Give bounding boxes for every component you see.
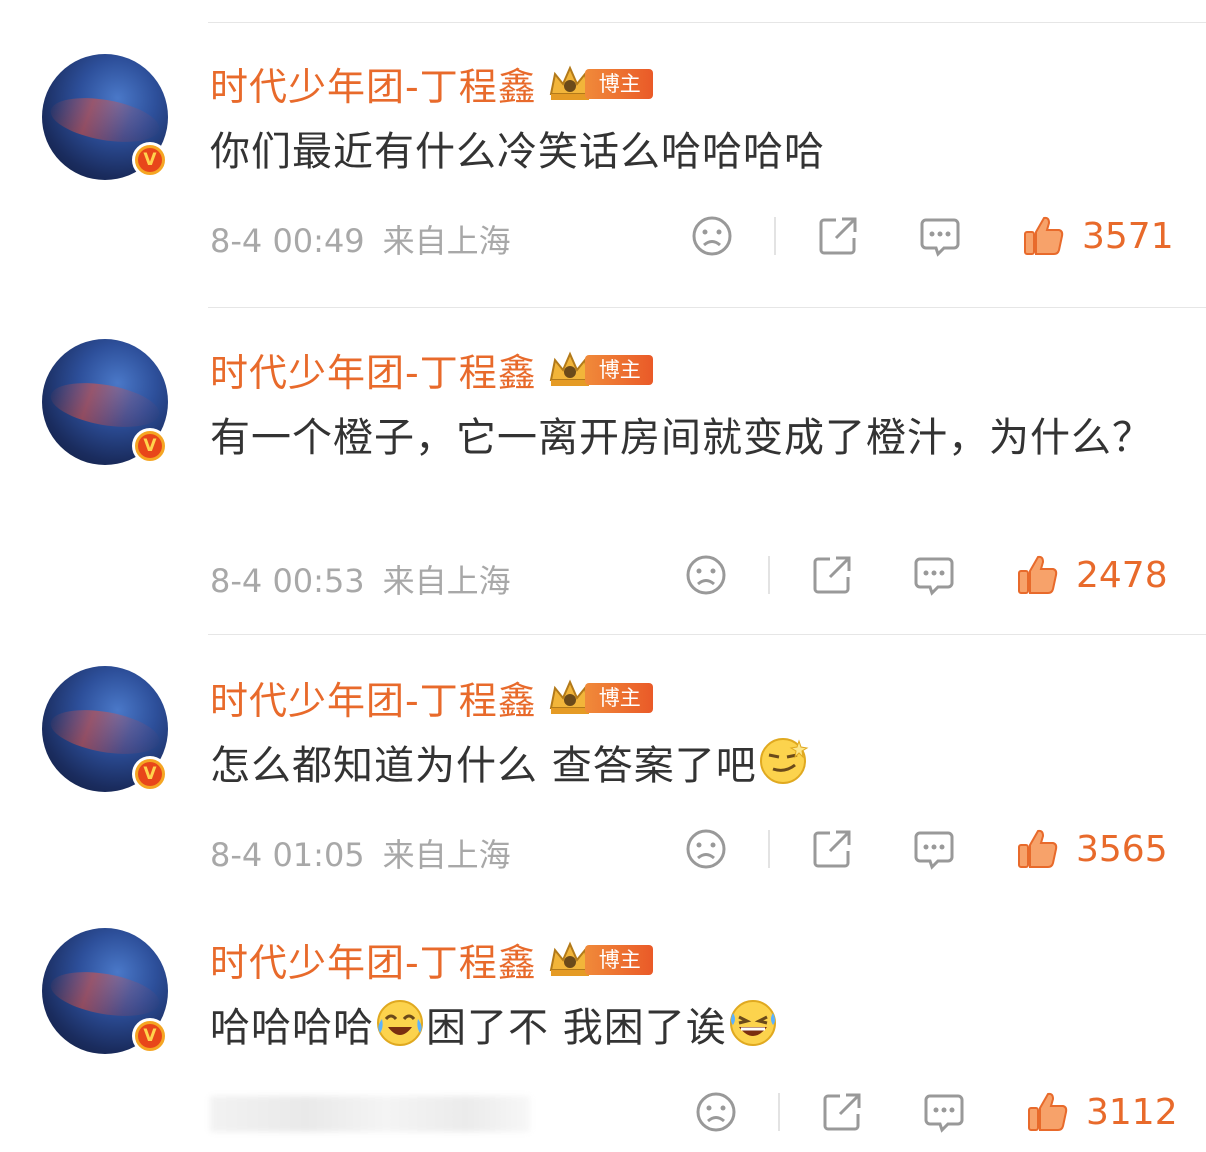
- comment-text-part: 哈哈哈哈: [210, 1005, 374, 1051]
- comment-icon[interactable]: [912, 827, 956, 871]
- blogger-badge: 博主: [547, 65, 653, 103]
- author-name[interactable]: 时代少年团-丁程鑫: [210, 56, 537, 111]
- author-name[interactable]: 时代少年团-丁程鑫: [210, 342, 537, 397]
- verified-v-icon: V: [132, 756, 168, 792]
- separator: [778, 1093, 780, 1131]
- author-name[interactable]: 时代少年团-丁程鑫: [210, 670, 537, 725]
- share-icon[interactable]: [810, 553, 854, 597]
- sad-face-icon[interactable]: [684, 827, 728, 871]
- comment-text: 怎么都知道为什么 查答案了吧: [210, 734, 1170, 798]
- badge-label: 博主: [584, 682, 653, 713]
- like-button[interactable]: 3571: [1022, 214, 1174, 258]
- thumbs-up-icon: [1018, 555, 1058, 594]
- action-bar: 3112: [694, 1090, 1178, 1134]
- comment-icon[interactable]: [922, 1090, 966, 1134]
- action-bar: 2478: [684, 553, 1168, 597]
- comment-location: 来自上海: [382, 222, 511, 260]
- crying-laughing-emoji: [377, 1000, 423, 1046]
- sad-face-icon[interactable]: [690, 214, 734, 258]
- like-button[interactable]: 3112: [1026, 1090, 1178, 1134]
- like-button[interactable]: 3565: [1016, 827, 1168, 871]
- comment-text-part: 怎么都知道为什么 查答案了吧: [210, 743, 757, 789]
- verified-v-icon: V: [132, 142, 168, 178]
- sad-face-icon[interactable]: [694, 1090, 738, 1134]
- share-icon[interactable]: [816, 214, 860, 258]
- author-row: 时代少年团-丁程鑫 博主: [210, 932, 653, 987]
- comment-meta: 8-4 00:49 来自上海: [210, 216, 511, 262]
- blogger-badge: 博主: [547, 679, 653, 717]
- like-button[interactable]: 2478: [1016, 553, 1168, 597]
- thumbs-up-icon: [1028, 1092, 1068, 1131]
- verified-v-icon: V: [132, 1018, 168, 1054]
- comment-text: 有一个橙子，它一离开房间就变成了橙汁，为什么？: [210, 415, 1153, 461]
- comment-icon[interactable]: [912, 553, 956, 597]
- divider: [208, 22, 1206, 23]
- badge-label: 博主: [584, 354, 653, 385]
- author-row: 时代少年团-丁程鑫 博主: [210, 56, 653, 111]
- share-icon[interactable]: [820, 1090, 864, 1134]
- blogger-badge: 博主: [547, 941, 653, 979]
- badge-label: 博主: [584, 944, 653, 975]
- author-row: 时代少年团-丁程鑫 博主: [210, 342, 653, 397]
- smirk-emoji: [759, 738, 809, 784]
- comment-location: 来自上海: [382, 562, 511, 600]
- comment-location: 来自上海: [382, 836, 511, 874]
- comment-text: 你们最近有什么冷笑话么哈哈哈哈: [210, 129, 825, 175]
- thumbs-up-icon: [1024, 216, 1064, 255]
- comment-time: 8-4 00:53: [210, 562, 365, 600]
- share-icon[interactable]: [810, 827, 854, 871]
- like-count: 3571: [1082, 215, 1174, 257]
- separator: [774, 217, 776, 255]
- action-bar: 3565: [684, 827, 1168, 871]
- verified-v-icon: V: [132, 428, 168, 464]
- sad-face-icon[interactable]: [684, 553, 728, 597]
- blogger-badge: 博主: [547, 351, 653, 389]
- blurred-meta: [210, 1096, 530, 1132]
- author-row: 时代少年团-丁程鑫 博主: [210, 670, 653, 725]
- separator: [768, 556, 770, 594]
- like-count: 3565: [1076, 828, 1168, 870]
- comment-text: 哈哈哈哈 困了不 我困了诶: [210, 996, 1170, 1060]
- like-count: 3112: [1086, 1091, 1178, 1133]
- divider: [208, 634, 1206, 635]
- separator: [768, 830, 770, 868]
- like-count: 2478: [1076, 554, 1168, 596]
- laughing-emoji: [729, 1000, 776, 1046]
- comment-time: 8-4 00:49: [210, 222, 365, 260]
- comment-icon[interactable]: [918, 214, 962, 258]
- badge-label: 博主: [584, 68, 653, 99]
- thumbs-up-icon: [1018, 829, 1058, 868]
- comment-meta: 8-4 01:05 来自上海: [210, 830, 511, 876]
- divider: [208, 307, 1206, 308]
- action-bar: 3571: [690, 214, 1174, 258]
- author-name[interactable]: 时代少年团-丁程鑫: [210, 932, 537, 987]
- comment-time: 8-4 01:05: [210, 836, 365, 874]
- comment-meta: 8-4 00:53 来自上海: [210, 556, 511, 602]
- comment-text-part: 困了不 我困了诶: [426, 1005, 727, 1051]
